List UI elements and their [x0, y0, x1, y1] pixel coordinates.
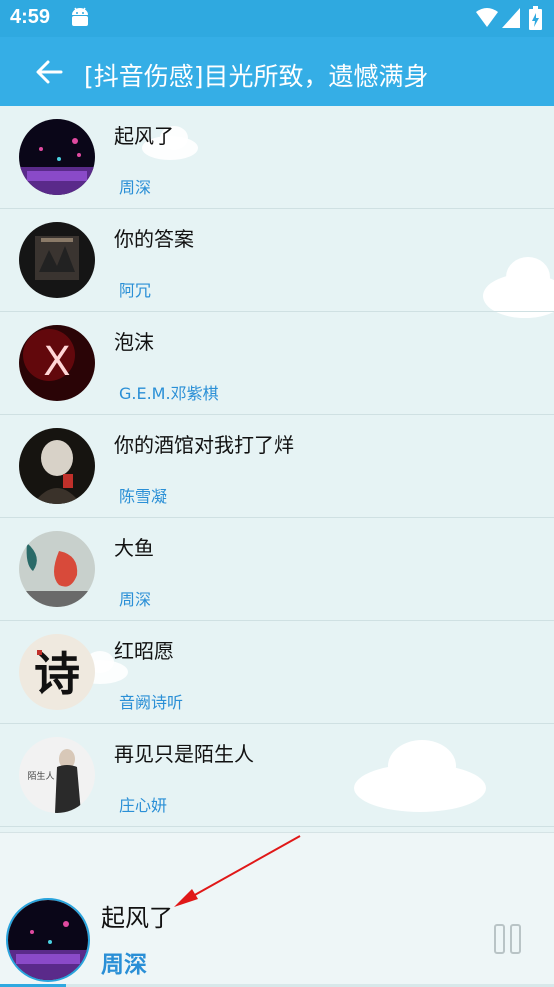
now-playing-bar[interactable]: 起风了 周深: [0, 832, 554, 987]
list-item[interactable]: 大鱼 周深: [0, 518, 554, 621]
song-artist: 陈雪凝: [119, 487, 168, 506]
status-bar: 4:59: [0, 0, 554, 37]
album-art-glyph: 诗: [34, 647, 80, 701]
song-artist: 阿冗: [119, 281, 152, 300]
song-list[interactable]: 起风了 周深 你的答案 阿冗 X 泡沫 G.E.M.邓紫棋 你的酒馆对我打了烊 …: [0, 106, 554, 832]
song-artist: 周深: [119, 590, 152, 609]
album-art: [19, 119, 95, 195]
song-artist: G.E.M.邓紫棋: [119, 384, 219, 403]
song-title: 大鱼: [114, 536, 154, 560]
toolbar: [抖音伤感]目光所致，遗憾满身: [0, 37, 554, 106]
list-item[interactable]: X 泡沫 G.E.M.邓紫棋: [0, 312, 554, 415]
album-art-glyph: X: [43, 339, 70, 385]
now-playing-title: 起风了: [101, 904, 173, 932]
song-title: 泡沫: [114, 330, 154, 354]
song-title: 再见只是陌生人: [114, 742, 254, 766]
list-item[interactable]: 起风了 周深: [0, 106, 554, 209]
song-artist: 周深: [119, 178, 152, 197]
album-art: [19, 222, 95, 298]
wifi-icon: [476, 8, 498, 27]
back-arrow-icon[interactable]: [33, 56, 65, 88]
signal-icon: [502, 8, 520, 28]
album-art: 诗: [19, 634, 95, 710]
list-item[interactable]: 陌生人 再见只是陌生人 庄心妍: [0, 724, 554, 827]
song-artist: 音阙诗听: [119, 693, 184, 712]
album-art-glyph: 陌生人: [27, 770, 54, 782]
song-title: 起风了: [114, 124, 174, 148]
list-item[interactable]: 诗 红昭愿 音阙诗听: [0, 621, 554, 724]
song-artist: 庄心妍: [119, 796, 168, 815]
album-art: 陌生人: [19, 737, 95, 813]
page-title: [抖音伤感]目光所致，遗憾满身: [84, 62, 429, 91]
battery-icon: [529, 6, 542, 30]
song-title: 红昭愿: [114, 639, 174, 663]
album-art: [19, 428, 95, 504]
android-icon: [72, 7, 88, 26]
red-arrow-annotation: [174, 835, 301, 907]
list-item[interactable]: 你的酒馆对我打了烊 陈雪凝: [0, 415, 554, 518]
now-playing-album-art[interactable]: [6, 898, 90, 982]
list-item[interactable]: 你的答案 阿冗: [0, 209, 554, 312]
song-title: 你的答案: [114, 227, 194, 251]
pause-icon[interactable]: [493, 923, 523, 955]
album-art: [19, 531, 95, 607]
album-art: X: [19, 325, 95, 401]
status-time: 4:59: [10, 6, 51, 28]
now-playing-artist: 周深: [101, 952, 147, 978]
song-title: 你的酒馆对我打了烊: [114, 433, 294, 457]
